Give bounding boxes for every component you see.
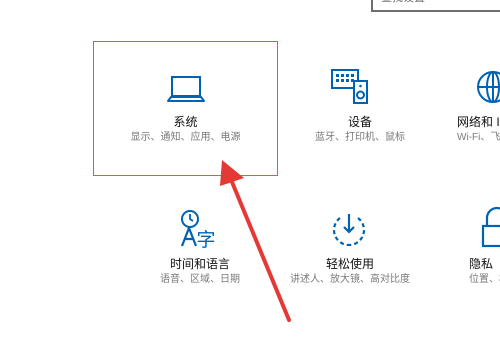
tile-network[interactable]: 网络和 Ir Wi-Fi、飞行 — [445, 41, 500, 176]
tile-description: Wi-Fi、飞行 — [457, 132, 500, 143]
time-language-icon: 字 — [178, 208, 222, 250]
devices-icon — [330, 67, 370, 107]
tile-description: 蓝牙、打印机、鼠标 — [315, 132, 405, 143]
tile-description: 显示、通知、应用、电源 — [130, 132, 241, 143]
tile-description: 语音、区域、日期 — [160, 274, 240, 285]
tile-ease-of-access[interactable]: 轻松使用 讲述人、放大镜、高对比度 — [285, 200, 415, 300]
tile-devices[interactable]: 设备 蓝牙、打印机、鼠标 — [290, 41, 430, 176]
search-box[interactable] — [371, 0, 500, 12]
tile-time-language[interactable]: 字 时间和语言 语音、区域、日期 — [140, 200, 260, 300]
lock-icon — [479, 206, 500, 250]
globe-icon — [475, 69, 500, 109]
svg-text:字: 字 — [196, 229, 215, 250]
tile-system[interactable]: 系统 显示、通知、应用、电源 — [93, 41, 278, 176]
tile-description: 讲述人、放大镜、高对比度 — [290, 274, 410, 285]
ease-of-access-icon — [329, 210, 369, 250]
tile-description: 位置、相 — [469, 274, 500, 285]
tile-privacy[interactable]: 隐私 位置、相 — [455, 200, 500, 300]
search-input[interactable] — [373, 0, 500, 8]
laptop-icon — [166, 73, 206, 107]
